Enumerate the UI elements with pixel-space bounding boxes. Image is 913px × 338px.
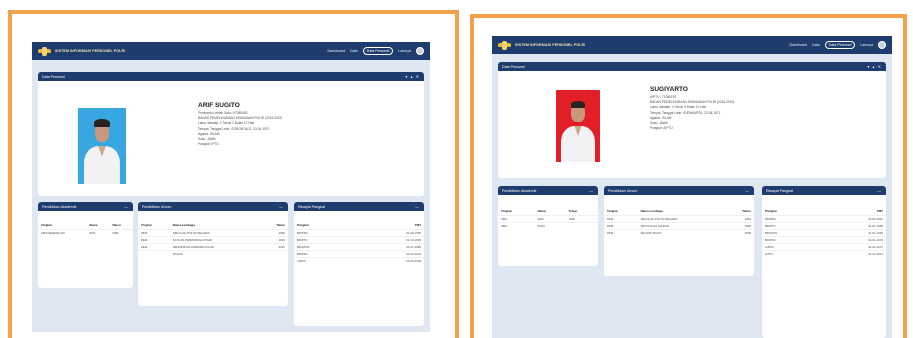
card-controls-icon[interactable]: ▾ ▴ ✕ <box>867 64 882 69</box>
top-navbar: SISTEM INFORMASI PERSONEL POLRI Dashboar… <box>32 42 430 60</box>
table-row: PEM SATUAN PENDIDIKAN POLRI 2004 <box>138 236 288 244</box>
collapse-icon[interactable]: — <box>124 204 129 209</box>
education-panel: Pendidikan Akademik — Tingkat Nama Tahun SM… <box>498 186 598 266</box>
profile-card-title: Data Personel <box>42 74 65 79</box>
nav-data-personel-button[interactable]: Data Personel <box>362 47 394 55</box>
profile-card: Data Personel ▾ ▴ ✕ SUGIYARTO AIPTU / 71… <box>498 62 886 178</box>
screenshot-frame-left: SISTEM INFORMASI PERSONEL POLRI Dashboar… <box>8 10 459 338</box>
education-table: Tingkat Nama Tahun SMA SMA 1990 SMA PGRI <box>498 207 598 229</box>
personnel-photo <box>78 108 126 184</box>
police-emblem-icon <box>38 46 51 56</box>
table-row: SMA PGRI <box>498 222 598 229</box>
table-row: BRIPKA 01-01-2003 <box>762 236 886 244</box>
top-navbar: SISTEM INFORMASI PERSONEL POLRI Dashboar… <box>492 36 892 54</box>
detail-rank: Pangkat: AIPTU <box>650 126 673 131</box>
profile-card: Data Personel ▾ ▴ ✕ ARIF SUGITO Pembantu… <box>38 72 424 196</box>
rank-history-table: Pangkat TMT BRIPDA 01-08-1990 BRIPTU 01-10-… <box>294 221 424 264</box>
table-row: BRIPTU 01-01-1995 <box>762 222 886 230</box>
nav-data[interactable]: Data <box>350 49 358 53</box>
rank-history-table: Pangkat TMT BRIPDA 01-05-1991 BRIPTU 01-01-… <box>762 207 886 257</box>
personnel-name: SUGIYARTO <box>650 86 688 93</box>
table-row: SMA/SEDERAJAT SMA 1989 <box>38 229 133 236</box>
table-row: BRIGPOL 01-01-1999 <box>762 229 886 237</box>
collapse-icon[interactable]: — <box>589 188 594 193</box>
app-screen-left: SISTEM INFORMASI PERSONEL POLRI Dashboar… <box>32 42 430 332</box>
rank-history-panel-title: Riwayat Pangkat <box>298 204 325 209</box>
table-row: AIPTU 01-01-2011 <box>762 250 886 257</box>
rank-history-panel: Riwayat Pangkat — Pangkat TMT BRIPDA 01-05-… <box>762 186 886 338</box>
collapse-icon[interactable]: — <box>877 188 882 193</box>
collapse-icon[interactable]: — <box>279 204 284 209</box>
nav-dashboard[interactable]: Dashboard <box>327 49 345 53</box>
personnel-photo <box>556 90 600 162</box>
profile-card-title: Data Personel <box>502 64 525 69</box>
nav-more[interactable]: Lainnya <box>398 49 411 53</box>
table-row: BRIPTU 01-10-1995 <box>294 236 424 244</box>
table-row: BRIPKA 01-04-2004 <box>294 250 424 258</box>
training-panel: Pendidikan Umum — Tingkat Nama Lembaga Tahu… <box>604 186 754 276</box>
personnel-name: ARIF SUGITO <box>198 102 240 109</box>
collapse-icon[interactable]: — <box>745 188 750 193</box>
user-avatar-icon[interactable] <box>416 47 424 55</box>
training-panel-title: Pendidikan Umum <box>608 188 638 193</box>
app-title: SISTEM INFORMASI PERSONEL POLRI <box>55 49 126 53</box>
training-table: Tingkat Nama Lembaga Tahun PEM SEKOLAH POLI… <box>604 207 754 236</box>
table-row: PEM SPN POLDA JATENG 1995 <box>604 222 754 230</box>
table-row: PEM SEKOLAH POLISI NEGARA 1990 <box>138 229 288 237</box>
table-row: BRIPDA 01-08-1990 <box>294 229 424 237</box>
police-emblem-icon <box>498 40 511 50</box>
rank-history-panel-title: Riwayat Pangkat <box>766 188 793 193</box>
training-panel: Pendidikan Umum — Tingkat Nama Lembaga Tahu… <box>138 202 288 306</box>
table-row: PEM SEKOLAH POLISI NEGARA 1991 <box>604 215 754 223</box>
table-row: BRIGPOL 01-07-1999 <box>294 243 424 251</box>
table-row: BRIPDA 01-05-1991 <box>762 215 886 223</box>
detail-rank: Pangkat: IPTU <box>198 142 219 147</box>
table-row: POLDA <box>138 250 288 257</box>
nav-more[interactable]: Lainnya <box>860 43 873 47</box>
nav-data-personel-button[interactable]: Data Personel <box>824 41 856 49</box>
app-title: SISTEM INFORMASI PERSONEL POLRI <box>515 43 586 47</box>
training-panel-title: Pendidikan Umum <box>142 204 172 209</box>
rank-history-panel: Riwayat Pangkat — Pangkat TMT BRIPDA 01-08-… <box>294 202 424 326</box>
user-avatar-icon[interactable] <box>878 41 886 49</box>
card-controls-icon[interactable]: ▾ ▴ ✕ <box>405 74 420 79</box>
app-screen-right: SISTEM INFORMASI PERSONEL POLRI Dashboar… <box>492 36 892 338</box>
education-panel-title: Pendidikan Akademik <box>42 204 77 209</box>
education-panel-title: Pendidikan Akademik <box>502 188 537 193</box>
nav-data[interactable]: Data <box>812 43 820 47</box>
table-row: SMA SMA 1990 <box>498 215 598 223</box>
table-row: PEM SECAPA POLRI 2009 <box>604 229 754 236</box>
collapse-icon[interactable]: — <box>415 204 420 209</box>
education-table: Tingkat Nama Tahun SMA/SEDERAJAT SMA 1989 <box>38 221 133 236</box>
nav-dashboard[interactable]: Dashboard <box>789 43 807 47</box>
training-table: Tingkat Nama Lembaga Tahun PEM SEKOLAH POLI… <box>138 221 288 257</box>
table-row: PEM PENDIDIKAN PERWIRA POLRI 2010 <box>138 243 288 251</box>
education-panel: Pendidikan Akademik — Tingkat Nama Tahun SM… <box>38 202 133 288</box>
table-row: AIPDA 01-01-2007 <box>762 243 886 251</box>
screenshot-frame-right: SISTEM INFORMASI PERSONEL POLRI Dashboar… <box>470 14 907 338</box>
table-row: AIPDA 01-04-2008 <box>294 257 424 264</box>
